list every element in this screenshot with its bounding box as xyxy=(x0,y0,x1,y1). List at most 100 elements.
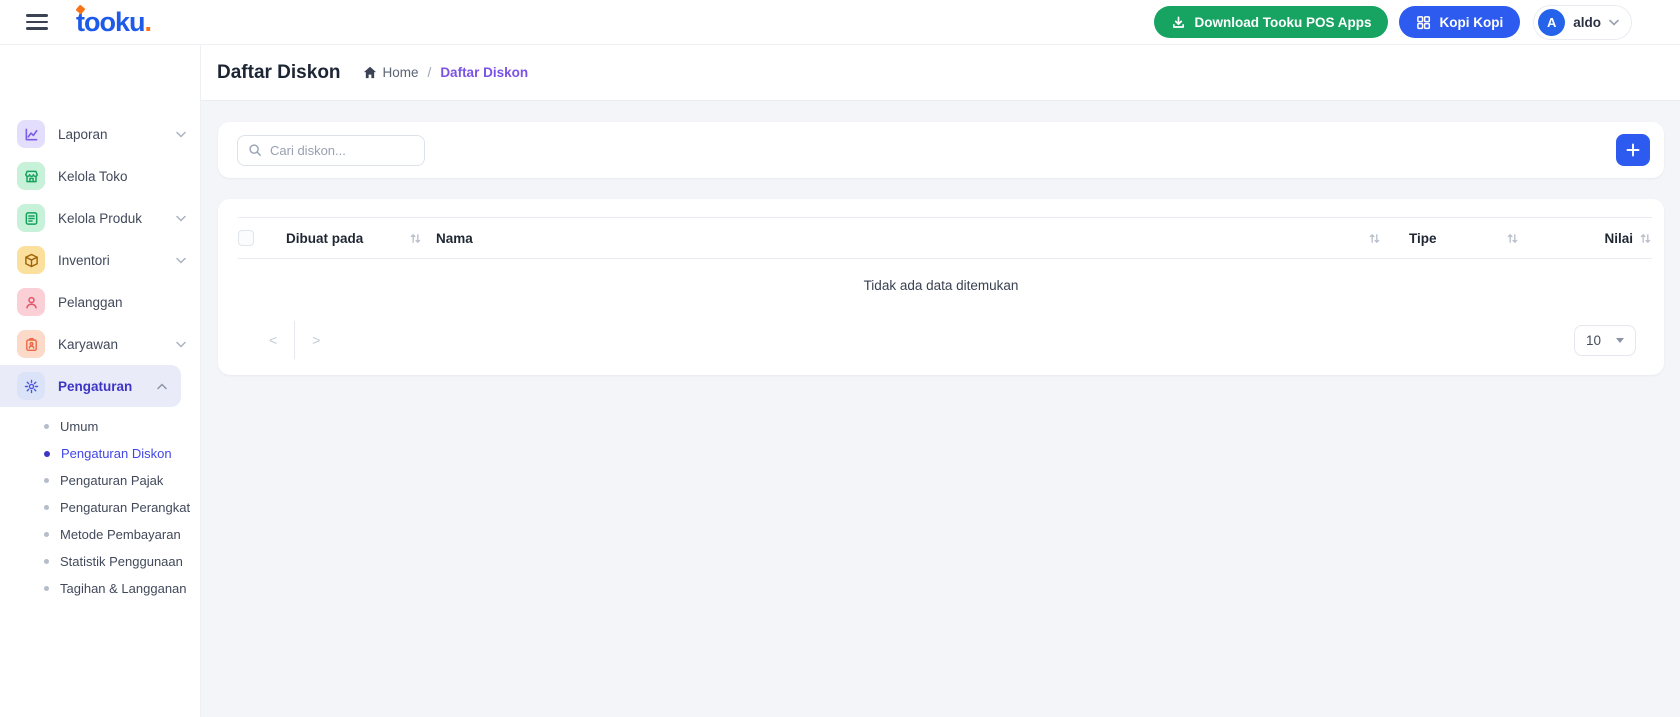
chevron-down-icon xyxy=(176,257,186,264)
page-size-select[interactable]: 10 xyxy=(1574,325,1636,356)
select-all-checkbox[interactable] xyxy=(238,230,254,246)
submenu-item-label: Pengaturan Perangkat xyxy=(60,500,190,515)
sidebar-item-karyawan[interactable]: Karyawan xyxy=(0,323,200,365)
breadcrumb-separator: / xyxy=(428,65,432,80)
table-header-nama[interactable]: Nama xyxy=(436,231,1409,246)
sidebar-item-inventori[interactable]: Inventori xyxy=(0,239,200,281)
breadcrumb: Home / Daftar Diskon xyxy=(363,65,529,80)
sidebar-item-label: Kelola Produk xyxy=(58,211,163,226)
logo-dot: . xyxy=(145,7,152,37)
pager: < > xyxy=(252,321,337,359)
avatar: A xyxy=(1538,9,1565,36)
previous-page-button[interactable]: < xyxy=(252,332,294,348)
badge-icon xyxy=(17,330,45,358)
chevron-down-icon xyxy=(176,215,186,222)
sidebar-item-kelola-produk[interactable]: Kelola Produk xyxy=(0,197,200,239)
sidebar-item-pengaturan[interactable]: Pengaturan xyxy=(0,365,181,407)
submenu-item-statistik-penggunaan[interactable]: Statistik Penggunaan xyxy=(0,548,200,575)
table-header-row: Dibuat pada Nama xyxy=(238,217,1652,259)
logo-text: tooku xyxy=(76,7,145,37)
hamburger-menu-icon[interactable] xyxy=(26,14,48,29)
store-switcher-button[interactable]: Kopi Kopi xyxy=(1399,6,1520,38)
bullet-icon xyxy=(44,532,49,537)
table-header-tipe[interactable]: Tipe xyxy=(1409,231,1549,246)
sort-icon[interactable] xyxy=(409,232,422,245)
sidebar-item-laporan[interactable]: Laporan xyxy=(0,113,200,155)
sidebar-item-label: Pelanggan xyxy=(58,295,186,310)
grid-icon xyxy=(1416,15,1431,30)
sidebar-item-label: Inventori xyxy=(58,253,163,268)
submenu-item-metode-pembayaran[interactable]: Metode Pembayaran xyxy=(0,521,200,548)
home-icon xyxy=(363,66,377,79)
chart-icon xyxy=(17,120,45,148)
sidebar: Laporan Kelola Toko Kelola Produk xyxy=(0,45,201,717)
download-icon xyxy=(1171,15,1186,30)
store-button-label: Kopi Kopi xyxy=(1439,15,1503,30)
submenu-item-label: Metode Pembayaran xyxy=(60,527,181,542)
logo[interactable]: tooku. xyxy=(76,9,151,36)
sort-icon[interactable] xyxy=(1506,232,1519,245)
sort-icon[interactable] xyxy=(1368,232,1381,245)
chevron-down-icon xyxy=(1609,19,1619,26)
top-bar: tooku. Download Tooku POS Apps Kopi Kopi… xyxy=(0,0,1680,45)
search-box xyxy=(237,135,425,166)
table-header-nilai[interactable]: Nilai xyxy=(1549,231,1652,246)
content: Dibuat pada Nama xyxy=(201,101,1680,375)
main-area: Daftar Diskon Home / Daftar Diskon xyxy=(201,45,1680,717)
submenu-item-label: Statistik Penggunaan xyxy=(60,554,183,569)
sidebar-item-label: Pengaturan xyxy=(58,379,144,394)
column-label: Nama xyxy=(436,231,473,246)
bullet-icon xyxy=(44,478,49,483)
sidebar-item-pelanggan[interactable]: Pelanggan xyxy=(0,281,200,323)
submenu-item-label: Tagihan & Langganan xyxy=(60,581,187,596)
user-name: aldo xyxy=(1573,15,1601,30)
column-label: Nilai xyxy=(1604,231,1633,246)
submenu-item-pengaturan-pajak[interactable]: Pengaturan Pajak xyxy=(0,467,200,494)
sidebar-item-label: Kelola Toko xyxy=(58,169,186,184)
box-icon xyxy=(17,246,45,274)
pengaturan-submenu: Umum Pengaturan Diskon Pengaturan Pajak … xyxy=(0,407,200,602)
user-menu[interactable]: A aldo xyxy=(1533,5,1632,40)
search-icon xyxy=(248,143,262,157)
bullet-icon xyxy=(44,559,49,564)
sidebar-item-label: Karyawan xyxy=(58,337,163,352)
search-input[interactable] xyxy=(270,143,414,158)
discount-table-card: Dibuat pada Nama xyxy=(218,199,1664,375)
chevron-down-icon xyxy=(176,341,186,348)
clipboard-icon xyxy=(17,204,45,232)
submenu-item-label: Pengaturan Pajak xyxy=(60,473,163,488)
page-header: Daftar Diskon Home / Daftar Diskon xyxy=(201,45,1680,101)
bullet-icon xyxy=(44,586,49,591)
bullet-icon xyxy=(44,505,49,510)
download-pos-apps-button[interactable]: Download Tooku POS Apps xyxy=(1154,6,1388,38)
submenu-item-pengaturan-diskon[interactable]: Pengaturan Diskon xyxy=(0,440,200,467)
chevron-up-icon xyxy=(157,383,167,390)
submenu-item-pengaturan-perangkat[interactable]: Pengaturan Perangkat xyxy=(0,494,200,521)
breadcrumb-home-label: Home xyxy=(383,65,419,80)
page-size-value: 10 xyxy=(1586,333,1601,348)
breadcrumb-home[interactable]: Home xyxy=(363,65,419,80)
submenu-item-label: Pengaturan Diskon xyxy=(61,446,172,461)
store-icon xyxy=(17,162,45,190)
submenu-item-umum[interactable]: Umum xyxy=(0,413,200,440)
column-label: Tipe xyxy=(1409,231,1437,246)
column-label: Dibuat pada xyxy=(286,231,363,246)
sort-icon[interactable] xyxy=(1639,232,1652,245)
bullet-icon xyxy=(44,424,49,429)
page-title: Daftar Diskon xyxy=(217,62,341,84)
table-header-checkbox-cell xyxy=(238,230,286,246)
sidebar-item-label: Laporan xyxy=(58,127,163,142)
next-page-button[interactable]: > xyxy=(295,332,337,348)
sidebar-item-kelola-toko[interactable]: Kelola Toko xyxy=(0,155,200,197)
chevron-down-icon xyxy=(176,131,186,138)
person-icon xyxy=(17,288,45,316)
toolbar-card xyxy=(218,122,1664,178)
submenu-item-label: Umum xyxy=(60,419,98,434)
table-header-dibuat-pada[interactable]: Dibuat pada xyxy=(286,231,436,246)
pagination-bar: < > 10 xyxy=(218,311,1664,375)
bullet-icon xyxy=(44,451,50,457)
caret-down-icon xyxy=(1616,338,1624,343)
submenu-item-tagihan-langganan[interactable]: Tagihan & Langganan xyxy=(0,575,200,602)
add-discount-button[interactable] xyxy=(1616,134,1650,166)
download-button-label: Download Tooku POS Apps xyxy=(1194,15,1371,30)
